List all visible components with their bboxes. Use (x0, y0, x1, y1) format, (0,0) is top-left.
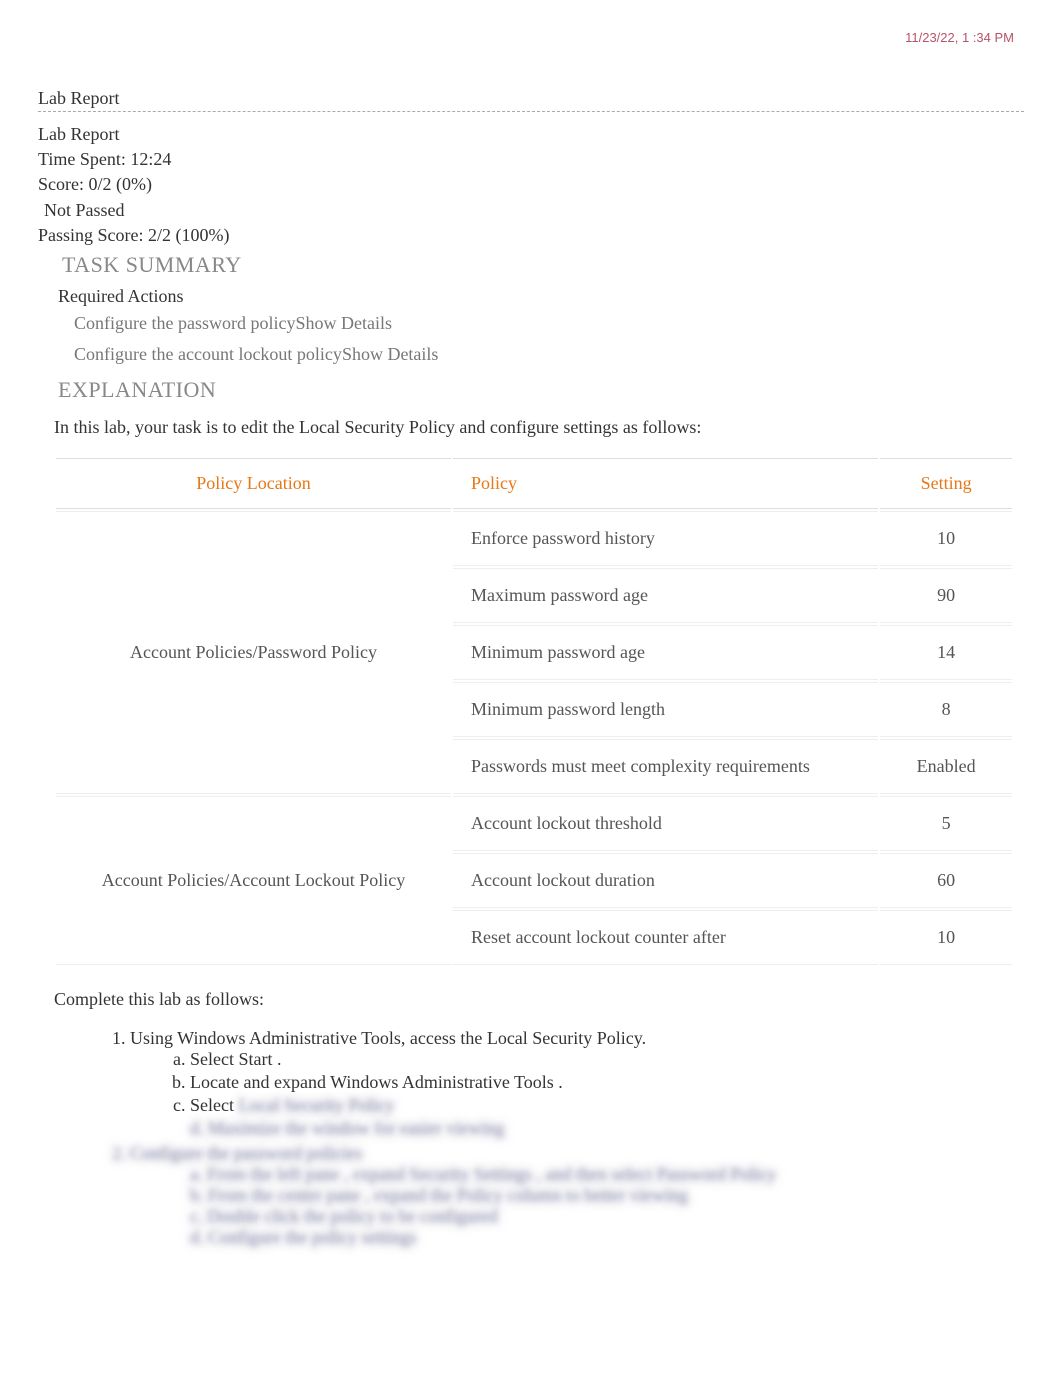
show-details-link[interactable]: Show Details (342, 344, 439, 364)
policy-setting: 8 (880, 682, 1012, 737)
action-item: Configure the account lockout policyShow… (74, 344, 1024, 365)
policy-name: Account lockout duration (453, 853, 878, 908)
policy-setting: 10 (880, 910, 1012, 965)
policy-name: Maximum password age (453, 568, 878, 623)
required-actions-heading: Required Actions (58, 286, 1024, 307)
blurred-text: b. From the center pane , expand the Pol… (190, 1185, 1024, 1206)
task-summary-heading: TASK SUMMARY (62, 252, 1024, 278)
col-policy: Policy (453, 458, 878, 509)
status-not-passed: Not Passed (44, 198, 1024, 223)
blurred-text: 2. Configure the password policies (112, 1143, 1024, 1164)
policy-setting: Enabled (880, 739, 1012, 794)
policy-table: Policy Location Policy Setting Account P… (54, 456, 1014, 967)
report-title: Lab Report (38, 122, 1024, 147)
blurred-text: c. Double click the policy to be configu… (190, 1206, 1024, 1227)
score: Score: 0/2 (0%) (38, 172, 1024, 197)
policy-name: Minimum password age (453, 625, 878, 680)
title-divider (38, 111, 1024, 112)
policy-setting: 10 (880, 511, 1012, 566)
policy-name: Passwords must meet complexity requireme… (453, 739, 878, 794)
policy-location: Account Policies/Account Lockout Policy (56, 796, 451, 965)
table-header-row: Policy Location Policy Setting (56, 458, 1012, 509)
blurred-text: d. Configure the policy settings (190, 1227, 1024, 1248)
complete-label: Complete this lab as follows: (54, 989, 1024, 1010)
policy-location: Account Policies/Password Policy (56, 511, 451, 794)
substep-b-mid: and (243, 1072, 274, 1092)
policy-setting: 14 (880, 625, 1012, 680)
table-row: Account Policies/Password Policy Enforce… (56, 511, 1012, 566)
substep-b: Locate and expand Windows Administrative… (190, 1072, 1024, 1093)
substep-c-text: Select (190, 1095, 238, 1115)
action-item: Configure the password policyShow Detail… (74, 313, 1024, 334)
show-details-link[interactable]: Show Details (295, 313, 392, 333)
blurred-text: a. From the left pane , expand Security … (190, 1164, 1024, 1185)
page-title: Lab Report (38, 88, 1024, 109)
explanation-heading: EXPLANATION (58, 377, 1024, 403)
substep-b-post: expand Windows Administrative Tools . (274, 1072, 563, 1092)
substep-b-pre: Locate (190, 1072, 243, 1092)
blurred-text: d. Maximize the window for easier viewin… (190, 1118, 1024, 1139)
passing-score: Passing Score: 2/2 (100%) (38, 223, 1024, 248)
policy-setting: 60 (880, 853, 1012, 908)
step-text: Using Windows Administrative Tools, acce… (130, 1028, 646, 1048)
action-text: Configure the account lockout policy (74, 344, 342, 364)
substep-c: Select Local Security Policy (190, 1095, 1024, 1116)
policy-setting: 90 (880, 568, 1012, 623)
table-row: Account Policies/Account Lockout Policy … (56, 796, 1012, 851)
blurred-text: Local Security Policy (238, 1095, 394, 1115)
step-1: Using Windows Administrative Tools, acce… (130, 1028, 1024, 1139)
policy-name: Reset account lockout counter after (453, 910, 878, 965)
timestamp: 11/23/22, 1 :34 PM (905, 30, 1014, 45)
policy-setting: 5 (880, 796, 1012, 851)
action-text: Configure the password policy (74, 313, 295, 333)
substep-a: Select Start . (190, 1049, 1024, 1070)
intro-text: In this lab, your task is to edit the Lo… (54, 417, 1024, 438)
col-setting: Setting (880, 458, 1012, 509)
col-location: Policy Location (56, 458, 451, 509)
policy-name: Minimum password length (453, 682, 878, 737)
policy-name: Enforce password history (453, 511, 878, 566)
policy-name: Account lockout threshold (453, 796, 878, 851)
time-spent: Time Spent: 12:24 (38, 147, 1024, 172)
